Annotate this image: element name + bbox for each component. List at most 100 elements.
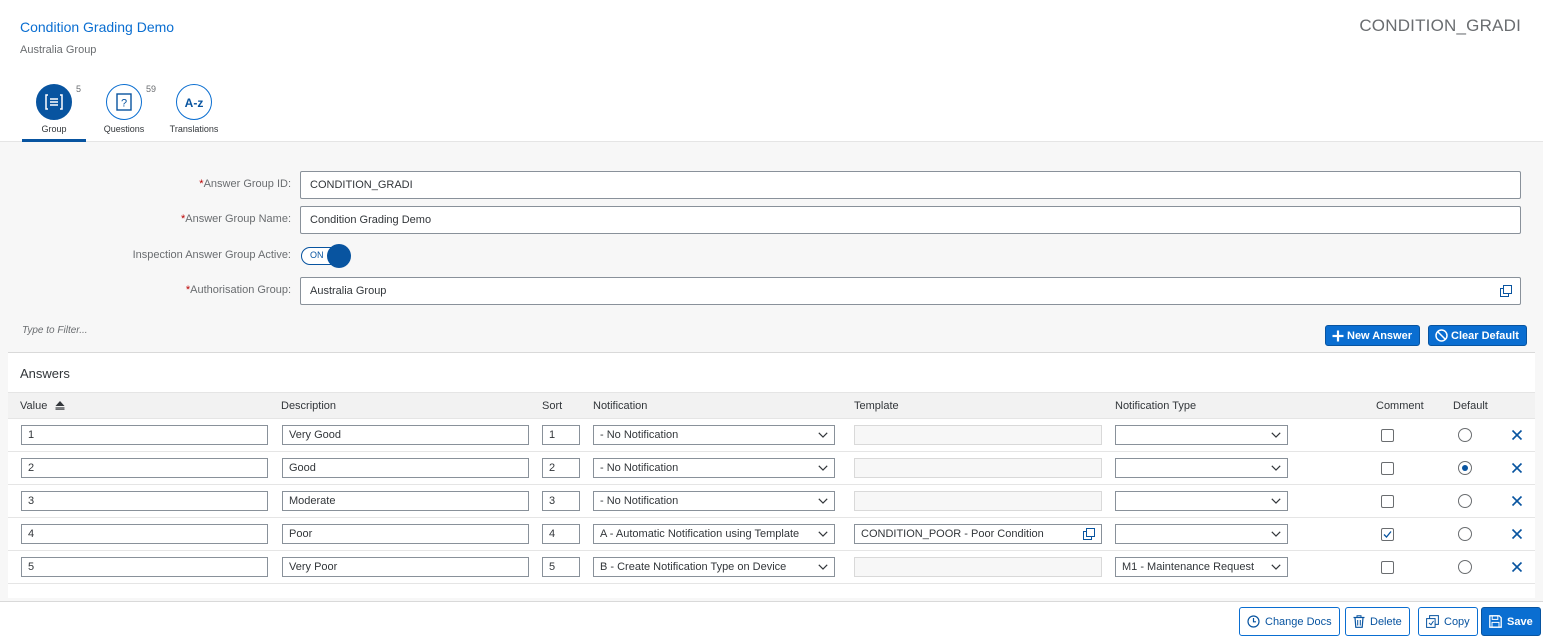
change-docs-label: Change Docs: [1265, 615, 1332, 628]
default-radio[interactable]: [1458, 527, 1472, 541]
notification-type-select[interactable]: [1115, 425, 1288, 445]
notification-type-select[interactable]: [1115, 458, 1288, 478]
chevron-down-icon: [818, 432, 828, 438]
description-input[interactable]: Poor: [282, 524, 529, 544]
notification-select[interactable]: A - Automatic Notification using Templat…: [593, 524, 835, 544]
change-docs-button[interactable]: Change Docs: [1239, 607, 1340, 636]
notification-type-select[interactable]: M1 - Maintenance Request: [1115, 557, 1288, 577]
filter-input[interactable]: Type to Filter...: [22, 325, 88, 336]
copy-label: Copy: [1444, 615, 1470, 628]
plus-icon: [1332, 330, 1344, 341]
notification-type-select[interactable]: [1115, 491, 1288, 511]
svg-text:?: ?: [121, 98, 127, 110]
sort-input[interactable]: 1: [542, 425, 580, 445]
notification-select[interactable]: B - Create Notification Type on Device: [593, 557, 835, 577]
delete-row-icon[interactable]: [1510, 527, 1524, 541]
save-button[interactable]: Save: [1481, 607, 1541, 636]
copy-icon: [1426, 615, 1439, 628]
table-row: 2 Good 2 - No Notification: [8, 452, 1535, 485]
footer-toolbar: Change Docs Delete Copy Save: [0, 601, 1543, 637]
comment-checkbox[interactable]: [1381, 528, 1394, 541]
sort-input[interactable]: 3: [542, 491, 580, 511]
authorisation-group-field[interactable]: Australia Group: [300, 277, 1521, 305]
column-header-default: Default: [1453, 400, 1488, 412]
value-input[interactable]: 1: [21, 425, 268, 445]
value-input[interactable]: 4: [21, 524, 268, 544]
column-header-notification-type: Notification Type: [1115, 400, 1197, 412]
page-subtitle: Australia Group: [20, 44, 97, 56]
svg-text:A-z: A-z: [185, 96, 204, 109]
default-radio[interactable]: [1458, 461, 1472, 475]
value-help-icon[interactable]: [1500, 285, 1512, 297]
answers-table: Answers Value Description Sort Notificat…: [8, 352, 1535, 598]
delete-row-icon[interactable]: [1510, 494, 1524, 508]
a-z-icon: A-z: [176, 84, 212, 120]
notification-select[interactable]: - No Notification: [593, 491, 835, 511]
active-switch[interactable]: ON: [301, 244, 351, 268]
form-label: *Answer Group Name:: [180, 213, 291, 225]
copy-button[interactable]: Copy: [1418, 607, 1478, 636]
chevron-down-icon: [818, 465, 828, 471]
switch-state: ON: [310, 250, 324, 260]
tab-count: 5: [76, 84, 82, 94]
default-radio[interactable]: [1458, 494, 1472, 508]
notification-type-select[interactable]: [1115, 524, 1288, 544]
form-label: Inspection Answer Group Active:: [132, 249, 291, 261]
comment-checkbox[interactable]: [1381, 495, 1394, 508]
value-help-icon[interactable]: [1083, 528, 1095, 540]
table-header: Value Description Sort Notification Temp…: [8, 392, 1535, 419]
column-header-comment: Comment: [1376, 400, 1424, 412]
form-row-answer-group-id: *Answer Group ID: CONDITION_GRADI: [0, 171, 1543, 199]
value-input[interactable]: 3: [21, 491, 268, 511]
new-answer-button[interactable]: New Answer: [1325, 325, 1421, 346]
save-icon: [1489, 615, 1502, 628]
template-input: [854, 425, 1102, 445]
sort-input[interactable]: 2: [542, 458, 580, 478]
delete-row-icon[interactable]: [1510, 560, 1524, 574]
comment-checkbox[interactable]: [1381, 561, 1394, 574]
table-title: Answers: [20, 366, 70, 381]
column-header-value[interactable]: Value: [20, 400, 65, 412]
delete-button[interactable]: Delete: [1345, 607, 1410, 636]
delete-row-icon[interactable]: [1510, 461, 1524, 475]
template-input: [854, 491, 1102, 511]
value-input[interactable]: 2: [21, 458, 268, 478]
tab-label: Group: [41, 124, 67, 134]
save-label: Save: [1507, 615, 1533, 628]
check-icon: [1383, 531, 1392, 538]
answer-group-id-field[interactable]: CONDITION_GRADI: [300, 171, 1521, 199]
default-radio[interactable]: [1458, 428, 1472, 442]
description-input[interactable]: Very Poor: [282, 557, 529, 577]
tab-count: 59: [146, 84, 157, 94]
description-input[interactable]: Very Good: [282, 425, 529, 445]
description-input[interactable]: Moderate: [282, 491, 529, 511]
comment-checkbox[interactable]: [1381, 429, 1394, 442]
delete-row-icon[interactable]: [1510, 428, 1524, 442]
template-input[interactable]: CONDITION_POOR - Poor Condition: [854, 524, 1102, 544]
column-header-template: Template: [854, 400, 899, 412]
chevron-down-icon: [818, 564, 828, 570]
default-radio[interactable]: [1458, 560, 1472, 574]
list-icon: [36, 84, 72, 120]
table-row: 4 Poor 4 A - Automatic Notification using T…: [8, 518, 1535, 551]
tab-label: Translations: [169, 124, 219, 134]
answer-group-name-field[interactable]: Condition Grading Demo: [300, 206, 1521, 234]
radio-selected-dot: [1462, 465, 1468, 471]
question-icon: ?: [106, 84, 142, 120]
value-input[interactable]: 5: [21, 557, 268, 577]
clear-default-button[interactable]: Clear Default: [1428, 325, 1527, 346]
notification-select[interactable]: - No Notification: [593, 425, 835, 445]
sort-input[interactable]: 5: [542, 557, 580, 577]
object-header: Condition Grading Demo Australia Group C…: [0, 0, 1543, 142]
description-input[interactable]: Good: [282, 458, 529, 478]
notification-select[interactable]: - No Notification: [593, 458, 835, 478]
form-row-answer-group-name: *Answer Group Name: Condition Grading De…: [0, 206, 1543, 234]
chevron-down-icon: [1271, 564, 1281, 570]
template-value: CONDITION_POOR - Poor Condition: [861, 528, 1044, 540]
table-row: 5 Very Poor 5 B - Create Notification Type …: [8, 551, 1535, 584]
chevron-down-icon: [818, 498, 828, 504]
sort-input[interactable]: 4: [542, 524, 580, 544]
authorisation-group-value: Australia Group: [310, 285, 387, 297]
comment-checkbox[interactable]: [1381, 462, 1394, 475]
tab-active-indicator: [22, 139, 86, 142]
